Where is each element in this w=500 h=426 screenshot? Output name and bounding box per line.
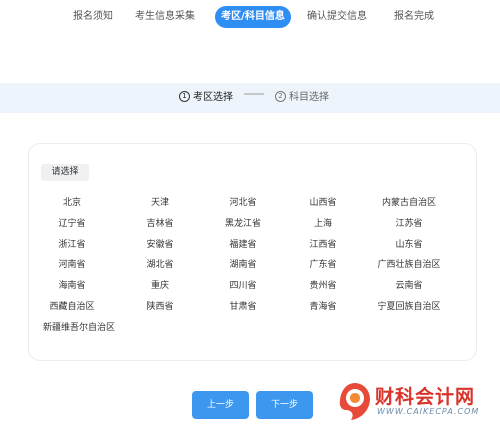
tab-region-subject[interactable]: 考区/科目信息 — [215, 6, 291, 28]
region-option[interactable]: 山东省 — [395, 239, 422, 251]
select-prompt: 请选择 — [41, 164, 89, 181]
watermark-title: 财科会计网 — [375, 386, 476, 408]
region-option[interactable]: 青海省 — [309, 301, 336, 313]
region-option[interactable]: 天津 — [151, 197, 169, 209]
region-option[interactable]: 重庆 — [151, 280, 169, 292]
region-option[interactable]: 黑龙江省 — [225, 218, 261, 230]
region-option[interactable]: 四川省 — [229, 280, 256, 292]
region-option[interactable]: 湖北省 — [146, 259, 173, 271]
tab-candidate-info[interactable]: 考生信息采集 — [134, 6, 196, 28]
region-option[interactable]: 山西省 — [309, 197, 336, 209]
watermark-logo-icon — [339, 383, 370, 420]
region-option[interactable]: 吉林省 — [146, 218, 173, 230]
watermark: 财科会计网 WWW.CAIKECPA.COM — [335, 380, 500, 426]
step-number-2: 2 — [275, 90, 286, 102]
region-option[interactable]: 北京 — [63, 197, 81, 209]
region-option[interactable]: 新疆维吾尔自治区 — [43, 322, 115, 334]
region-option[interactable]: 福建省 — [229, 239, 256, 251]
region-option[interactable]: 内蒙古自治区 — [382, 197, 436, 209]
step-number-1: 1 — [179, 90, 190, 102]
step-region-select[interactable]: 1 考区选择 — [179, 83, 233, 113]
region-option[interactable]: 辽宁省 — [58, 218, 85, 230]
tab-registration-notice[interactable]: 报名须知 — [70, 6, 116, 28]
region-option[interactable]: 甘肃省 — [229, 301, 256, 313]
region-option[interactable]: 广西壮族自治区 — [377, 259, 440, 271]
region-option[interactable]: 广东省 — [309, 259, 336, 271]
top-nav: 报名须知 考生信息采集 考区/科目信息 确认提交信息 报名完成 — [0, 6, 500, 28]
tab-registration-complete[interactable]: 报名完成 — [391, 6, 437, 28]
region-option[interactable]: 江西省 — [309, 239, 336, 251]
region-option[interactable]: 河南省 — [58, 259, 85, 271]
region-option[interactable]: 海南省 — [58, 280, 85, 292]
region-option[interactable]: 上海 — [314, 218, 332, 230]
region-option[interactable]: 陕西省 — [146, 301, 173, 313]
step-label-subject: 科目选择 — [289, 92, 329, 103]
region-option[interactable]: 宁夏回族自治区 — [377, 301, 440, 313]
step-label-region: 考区选择 — [193, 92, 233, 103]
tab-confirm-submit[interactable]: 确认提交信息 — [306, 6, 368, 28]
region-option[interactable]: 湖南省 — [229, 259, 256, 271]
region-option[interactable]: 西藏自治区 — [49, 301, 94, 313]
step-connector — [244, 93, 264, 95]
region-option[interactable]: 江苏省 — [395, 218, 422, 230]
step-bar — [0, 83, 500, 113]
region-option[interactable]: 贵州省 — [309, 280, 336, 292]
region-option[interactable]: 浙江省 — [58, 239, 85, 251]
region-option[interactable]: 安徽省 — [146, 239, 173, 251]
region-option[interactable]: 河北省 — [229, 197, 256, 209]
region-option[interactable]: 云南省 — [395, 280, 422, 292]
prev-step-button[interactable]: 上一步 — [192, 391, 249, 419]
next-step-button[interactable]: 下一步 — [256, 391, 313, 419]
watermark-url: WWW.CAIKECPA.COM — [377, 407, 480, 416]
step-subject-select[interactable]: 2 科目选择 — [275, 83, 329, 113]
